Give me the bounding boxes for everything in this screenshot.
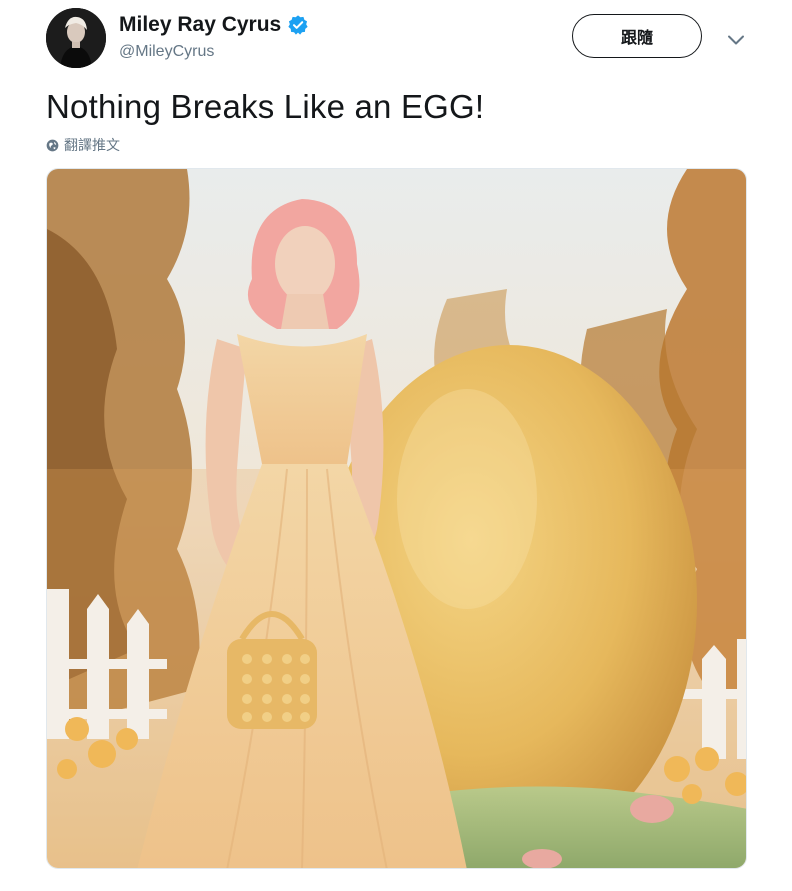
name-row: Miley Ray Cyrus — [119, 12, 309, 38]
verified-badge-icon — [287, 14, 309, 36]
user-handle[interactable]: @MileyCyrus — [119, 42, 214, 62]
avatar[interactable] — [46, 8, 106, 68]
tweet-photo[interactable] — [46, 168, 747, 869]
more-options-button[interactable] — [724, 28, 748, 52]
display-name[interactable]: Miley Ray Cyrus — [119, 12, 281, 38]
globe-icon — [46, 139, 59, 152]
translate-label: 翻譯推文 — [64, 137, 120, 153]
chevron-down-icon — [728, 35, 744, 45]
tweet: Miley Ray Cyrus @MileyCyrus 跟隨 Nothing B… — [0, 0, 792, 891]
translate-tweet-link[interactable]: 翻譯推文 — [46, 136, 120, 154]
egg-photo-image — [47, 169, 746, 868]
avatar-photo — [46, 8, 106, 68]
tweet-text: Nothing Breaks Like an EGG! — [46, 88, 485, 125]
follow-button[interactable]: 跟隨 — [572, 14, 702, 58]
